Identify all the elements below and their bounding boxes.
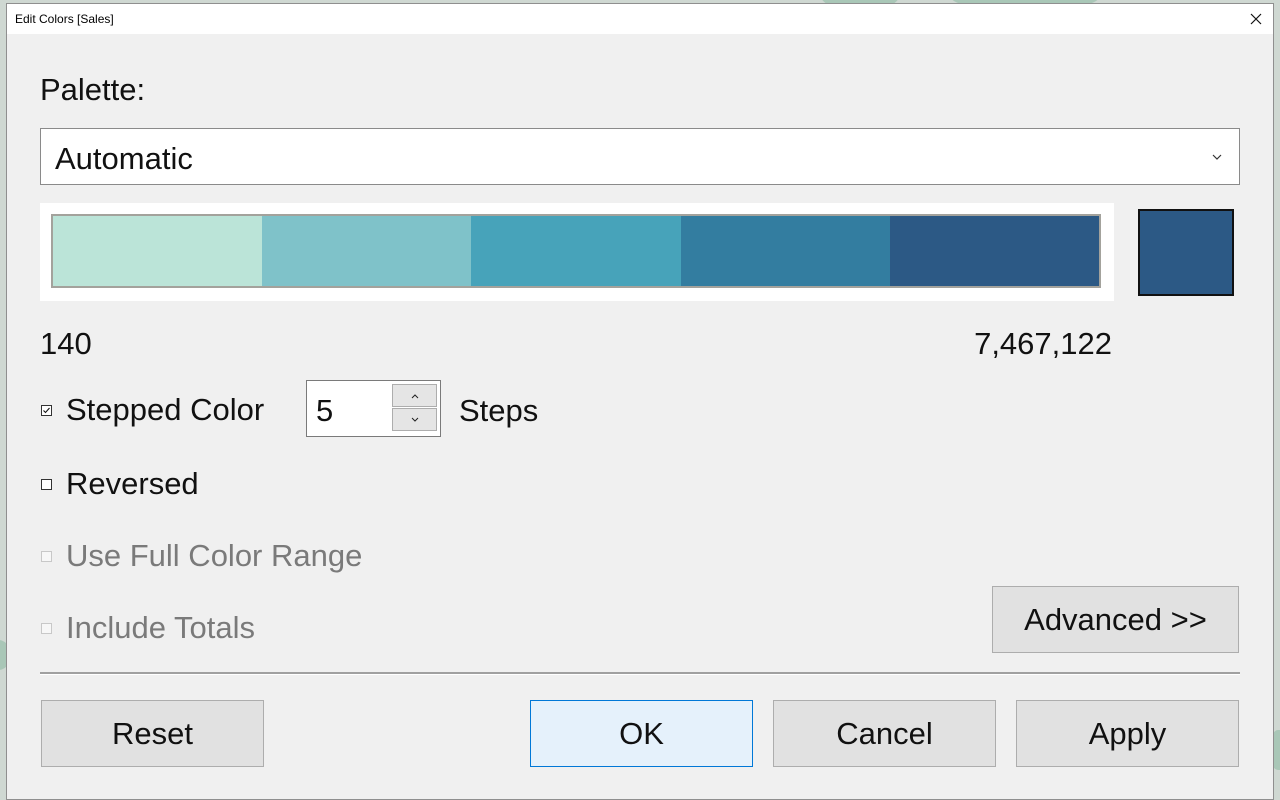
palette-label: Palette:: [40, 72, 146, 107]
reversed-check[interactable]: [41, 478, 52, 490]
reversed-checkbox[interactable]: Reversed: [40, 466, 199, 502]
use-full-color-range-label: Use Full Color Range: [66, 538, 363, 573]
stepped-color-check[interactable]: [41, 404, 52, 416]
palette-dropdown[interactable]: Automatic: [40, 128, 1240, 185]
steps-decrement-button[interactable]: [392, 408, 437, 431]
reset-button[interactable]: Reset: [41, 700, 264, 767]
apply-button[interactable]: Apply: [1016, 700, 1239, 767]
steps-value[interactable]: 5: [316, 393, 333, 429]
close-button[interactable]: [1239, 4, 1273, 34]
advanced-button[interactable]: Advanced >>: [992, 586, 1239, 653]
checkmark-icon: [43, 407, 50, 413]
caret-down-icon: [411, 417, 418, 422]
steps-stepper[interactable]: 5: [306, 380, 441, 437]
stepped-color-label: Stepped Color: [66, 392, 265, 427]
close-icon: [1250, 13, 1262, 25]
include-totals-check[interactable]: [41, 622, 52, 634]
ok-button[interactable]: OK: [530, 700, 753, 767]
include-totals-checkbox[interactable]: Include Totals: [40, 610, 255, 646]
color-ramp-panel: [40, 203, 1114, 301]
range-min-value: 140: [40, 326, 92, 361]
use-full-color-range-check[interactable]: [41, 550, 52, 562]
color-ramp-step: [53, 216, 263, 286]
caret-up-icon: [411, 393, 418, 398]
use-full-color-range-checkbox[interactable]: Use Full Color Range: [40, 538, 362, 574]
color-ramp-step: [471, 216, 681, 286]
button-divider: [40, 672, 1240, 675]
chevron-down-icon: [1212, 154, 1222, 160]
steps-increment-button[interactable]: [392, 384, 437, 407]
cancel-button[interactable]: Cancel: [773, 700, 996, 767]
dialog-title: Edit Colors [Sales]: [15, 12, 114, 26]
color-ramp-step: [680, 216, 890, 286]
range-max-value: 7,467,122: [974, 326, 1112, 361]
end-color-swatch[interactable]: [1138, 209, 1234, 296]
reversed-label: Reversed: [66, 466, 199, 501]
stepped-color-checkbox[interactable]: Stepped Color: [40, 392, 264, 428]
title-bar: Edit Colors [Sales]: [7, 4, 1273, 34]
palette-selected-value: Automatic: [55, 141, 193, 176]
steps-label: Steps: [459, 393, 539, 428]
color-ramp-step: [262, 216, 472, 286]
include-totals-label: Include Totals: [66, 610, 255, 645]
color-ramp-step: [889, 216, 1100, 286]
color-ramp[interactable]: [51, 214, 1101, 288]
edit-colors-dialog: Edit Colors [Sales] Palette: Automatic 1…: [6, 3, 1274, 800]
